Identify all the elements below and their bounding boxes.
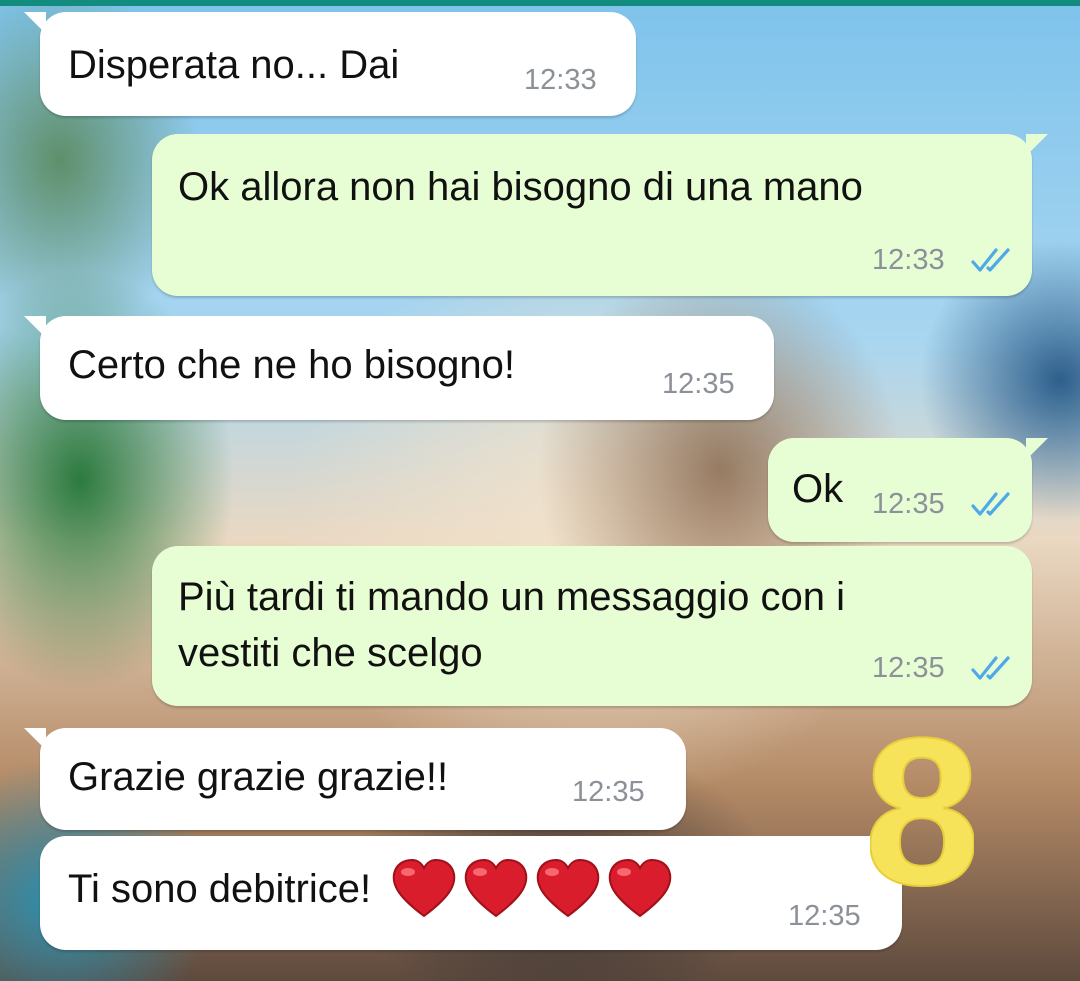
message-time: 12:35 (662, 368, 735, 400)
outgoing-message-bubble[interactable]: Più tardi ti mando un messaggio con i ve… (152, 546, 1032, 706)
incoming-message-bubble[interactable]: Ti sono debitrice! 12:35 (40, 836, 902, 950)
bubble-tail (1026, 438, 1048, 460)
bubble-tail (24, 728, 46, 750)
incoming-message-bubble[interactable]: Grazie grazie grazie!! 12:35 (24, 728, 686, 830)
incoming-message-bubble[interactable]: Disperata no... Dai 12:33 (24, 12, 636, 116)
outgoing-message-bubble[interactable]: Ok 12:35 (768, 438, 1048, 542)
message-text: Grazie grazie grazie!! (68, 755, 449, 799)
message-text: Ok allora non hai bisogno di una mano (178, 165, 863, 209)
message-text: Certo che ne ho bisogno! (68, 343, 515, 387)
message-time: 12:33 (872, 244, 945, 276)
emoji-group (390, 858, 674, 920)
red-heart-icon (536, 858, 599, 918)
red-heart-icon (392, 858, 455, 918)
message-text-line-2: vestiti che scelgo (178, 631, 483, 675)
read-receipt-icon (971, 492, 1010, 516)
read-receipt-icon (971, 248, 1010, 272)
message-time: 12:35 (872, 652, 945, 684)
outgoing-message-bubble[interactable]: Ok allora non hai bisogno di una mano 12… (152, 134, 1048, 296)
bubble-tail (24, 12, 46, 34)
bubble-tail (24, 316, 46, 338)
message-time: 12:33 (524, 64, 597, 96)
read-receipt-icon (971, 656, 1010, 680)
red-heart-icon (464, 858, 527, 918)
message-time: 12:35 (872, 488, 945, 520)
incoming-message-bubble[interactable]: Certo che ne ho bisogno! 12:35 (24, 316, 774, 420)
message-text: Disperata no... Dai (68, 43, 400, 87)
red-heart-icon (608, 858, 671, 918)
message-time: 12:35 (788, 900, 861, 932)
number-eight-sticker: 8 (870, 706, 974, 896)
bubble-tail (1026, 134, 1048, 156)
header-accent-bar (0, 0, 1080, 6)
message-content: Ti sono debitrice! (68, 858, 674, 920)
sticker-text: 8 (870, 706, 974, 896)
message-time: 12:35 (572, 776, 645, 808)
message-text: Ti sono debitrice! (68, 867, 372, 911)
message-text: Ok (792, 467, 844, 511)
message-text-line-1: Più tardi ti mando un messaggio con i (178, 575, 846, 619)
